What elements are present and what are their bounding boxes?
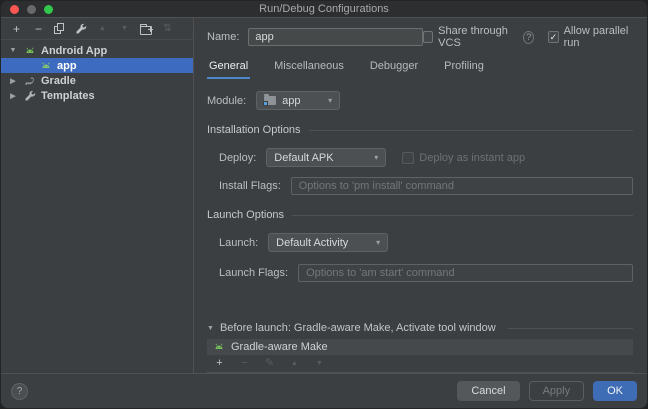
tree-item-templates[interactable]: ▶ Templates [1,88,193,103]
allow-parallel-run-label: Allow parallel run [564,25,633,49]
installation-options-section: Installation Options [207,124,633,136]
before-launch-title: Before launch: Gradle-aware Make, Activa… [220,322,496,334]
move-down-icon: ▼ [118,22,131,35]
add-task-icon[interactable]: + [213,357,226,370]
new-folder-icon[interactable] [140,26,152,35]
launch-dropdown-value: Default Activity [276,237,348,249]
tab-debugger[interactable]: Debugger [368,58,420,79]
android-icon [39,59,52,72]
deploy-dropdown[interactable]: Default APK ▾ [266,148,386,167]
tree-item-app[interactable]: app [1,58,193,73]
gradle-icon [23,74,36,87]
collapse-section-icon[interactable]: ▼ [207,325,214,332]
android-icon [23,44,36,57]
launch-dropdown[interactable]: Default Activity ▾ [268,233,388,252]
launch-flags-input[interactable] [298,264,633,282]
sidebar-toolbar: + − ▲ ▼ ⇅ [1,18,193,40]
tab-profiling[interactable]: Profiling [442,58,486,79]
tab-general[interactable]: General [207,58,250,79]
name-label: Name: [207,31,239,43]
before-launch-list: Gradle-aware Make + − ✎ ▲ ▼ [207,339,633,373]
edit-task-icon: ✎ [263,357,276,370]
dialog-body: + − ▲ ▼ ⇅ ▼ Android App [1,18,647,373]
chevron-down-icon: ▾ [328,96,332,105]
config-tabs: General Miscellaneous Debugger Profiling [207,58,633,79]
chevron-down-icon: ▾ [376,238,380,247]
module-dropdown-value: app [282,95,300,107]
expand-arrow-icon[interactable]: ▼ [8,47,18,54]
collapse-arrow-icon[interactable]: ▶ [8,77,18,85]
tree-item-android-app[interactable]: ▼ Android App [1,43,193,58]
move-task-up-icon: ▲ [288,357,301,370]
launch-flags-row: Launch Flags: [207,264,633,282]
share-through-vcs-label: Share through VCS [438,25,516,49]
ok-button[interactable]: OK [593,381,637,401]
vcs-help-icon[interactable]: ? [523,31,534,44]
installation-options-title: Installation Options [207,124,301,136]
name-input[interactable] [248,28,423,46]
deploy-label: Deploy: [219,152,256,164]
add-configuration-icon[interactable]: + [10,22,23,35]
sort-configurations-icon: ⇅ [161,22,174,35]
launch-label: Launch: [219,237,258,249]
help-button[interactable]: ? [11,383,28,400]
android-icon [212,341,225,354]
module-label: Module: [207,95,246,107]
section-divider [309,130,633,131]
copy-configuration-icon[interactable] [54,23,65,35]
section-divider [508,328,633,329]
collapse-arrow-icon[interactable]: ▶ [8,92,18,100]
module-row: Module: app ▾ [207,91,633,110]
checkbox-box-checked: ✓ [548,31,558,43]
run-debug-configurations-dialog: Run/Debug Configurations + − ▲ ▼ ⇅ ▼ [0,0,648,409]
configuration-editor: Name: Share through VCS ? ✓ Allow parall… [194,18,647,373]
configurations-sidebar: + − ▲ ▼ ⇅ ▼ Android App [1,18,194,373]
before-launch-toolbar: + − ✎ ▲ ▼ [207,355,633,373]
before-launch-task-label: Gradle-aware Make [231,341,328,353]
remove-configuration-icon[interactable]: − [32,22,45,35]
launch-flags-label: Launch Flags: [219,267,288,279]
before-launch-header[interactable]: ▼ Before launch: Gradle-aware Make, Acti… [207,322,633,334]
deploy-row: Deploy: Default APK ▾ Deploy as instant … [207,148,633,167]
apply-button: Apply [529,381,585,401]
checkbox-box [402,152,414,164]
move-up-icon: ▲ [96,22,109,35]
move-task-down-icon: ▼ [313,357,326,370]
name-row: Name: Share through VCS ? ✓ Allow parall… [207,25,633,49]
chevron-down-icon: ▾ [374,153,378,162]
module-folder-icon [264,96,276,105]
configurations-tree: ▼ Android App app ▶ [1,40,193,103]
tree-item-label: Gradle [41,75,76,87]
launch-row: Launch: Default Activity ▾ [207,233,633,252]
edit-defaults-wrench-icon[interactable] [74,22,87,35]
before-launch-task-row[interactable]: Gradle-aware Make [207,339,633,355]
launch-options-section: Launch Options [207,209,633,221]
tree-item-label: app [57,60,77,72]
launch-options-title: Launch Options [207,209,284,221]
remove-task-icon: − [238,357,251,370]
dialog-footer: ? Cancel Apply OK [1,373,647,408]
deploy-dropdown-value: Default APK [274,152,333,164]
section-divider [292,215,633,216]
cancel-button[interactable]: Cancel [457,381,519,401]
install-flags-row: Install Flags: [207,177,633,195]
share-through-vcs-checkbox[interactable]: Share through VCS ? [423,25,534,49]
deploy-as-instant-app-label: Deploy as instant app [419,152,525,164]
module-dropdown[interactable]: app ▾ [256,91,340,110]
allow-parallel-run-checkbox[interactable]: ✓ Allow parallel run [548,25,633,49]
tree-item-label: Templates [41,90,95,102]
install-flags-label: Install Flags: [219,180,281,192]
tree-item-gradle[interactable]: ▶ Gradle [1,73,193,88]
deploy-as-instant-app-checkbox: Deploy as instant app [402,152,525,164]
wrench-icon [23,89,36,102]
checkbox-box [423,31,433,43]
tab-miscellaneous[interactable]: Miscellaneous [272,58,346,79]
title-bar: Run/Debug Configurations [1,1,647,18]
tree-item-label: Android App [41,45,107,57]
window-title: Run/Debug Configurations [1,3,647,15]
install-flags-input[interactable] [291,177,633,195]
